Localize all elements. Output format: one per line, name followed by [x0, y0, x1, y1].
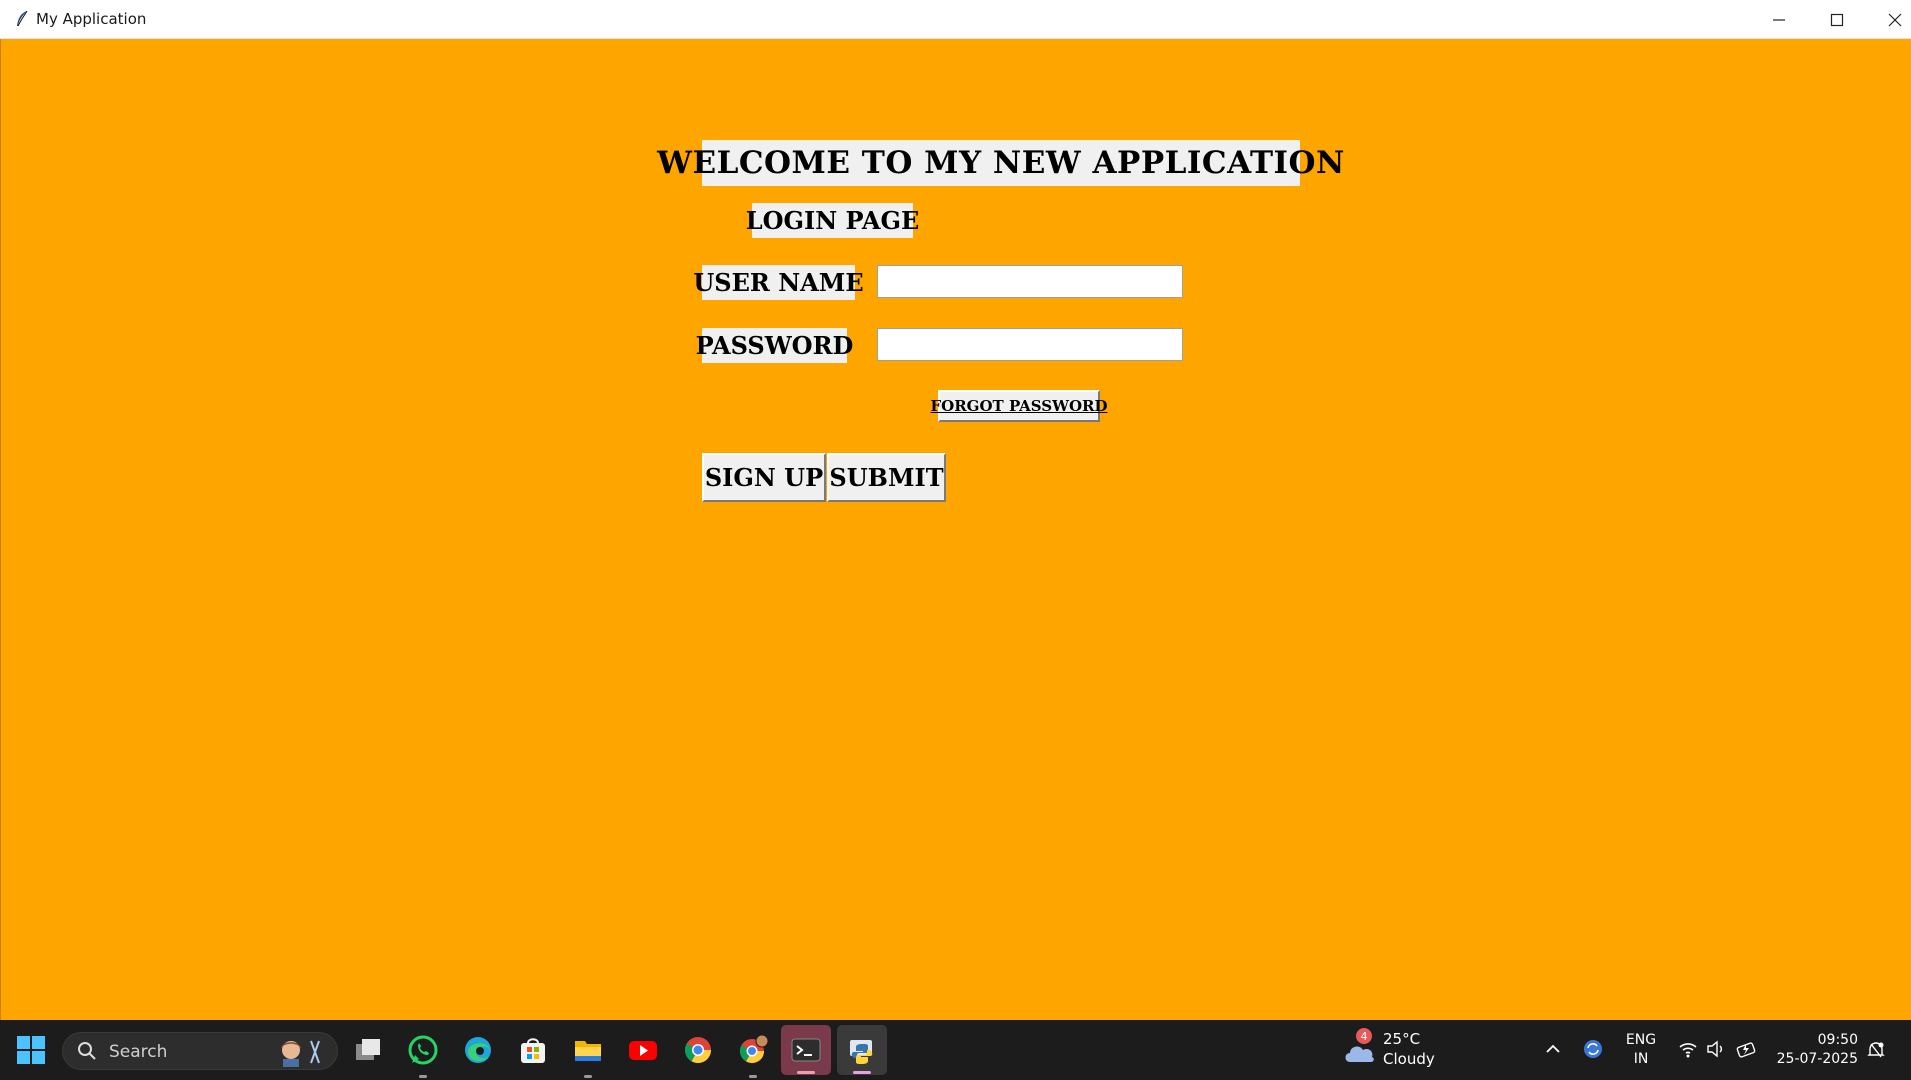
- sync-icon[interactable]: [1583, 1039, 1603, 1063]
- window-title: My Application: [36, 10, 147, 28]
- welcome-heading: WELCOME TO MY NEW APPLICATION: [657, 140, 1344, 186]
- battery-charging-icon[interactable]: [1736, 1039, 1758, 1063]
- window-titlebar: My Application: [0, 0, 1911, 39]
- weather-badge: 4: [1356, 1028, 1372, 1044]
- language-indicator[interactable]: ENG IN: [1623, 1031, 1659, 1069]
- search-highlight-icon: [273, 1037, 329, 1071]
- taskbar-search-box[interactable]: Search: [62, 1032, 338, 1070]
- running-indicator: [797, 1071, 815, 1074]
- search-icon: [77, 1041, 97, 1065]
- chrome-icon[interactable]: [678, 1030, 718, 1070]
- task-view-icon[interactable]: [348, 1030, 388, 1070]
- clock-date: 25-07-2025: [1776, 1051, 1858, 1067]
- weather-description[interactable]: Cloudy: [1383, 1050, 1435, 1068]
- windows-start-icon[interactable]: [11, 1030, 51, 1070]
- weather-temperature[interactable]: 25°C: [1383, 1030, 1420, 1048]
- whatsapp-icon[interactable]: [403, 1030, 443, 1078]
- chevron-up-icon[interactable]: [1544, 1040, 1562, 1062]
- region-code: IN: [1633, 1051, 1649, 1067]
- language-code: ENG: [1625, 1032, 1657, 1048]
- close-button[interactable]: [1866, 0, 1911, 39]
- edge-icon[interactable]: [458, 1030, 498, 1070]
- username-label: USER NAME: [693, 265, 864, 300]
- chrome-profile-icon[interactable]: [733, 1030, 773, 1078]
- submit-button[interactable]: SUBMIT: [827, 453, 946, 502]
- search-placeholder: Search: [109, 1042, 168, 1062]
- password-input[interactable]: [877, 328, 1183, 361]
- taskbar: Search 4 25°C Cloudy ENG IN 09:50 25-07-…: [0, 1020, 1911, 1080]
- username-input[interactable]: [877, 265, 1183, 298]
- clock-time: 09:50: [1817, 1032, 1858, 1048]
- minimize-button[interactable]: [1750, 0, 1808, 39]
- taskbar-clock[interactable]: 09:50 25-07-2025: [1770, 1031, 1858, 1069]
- sign-up-button[interactable]: SIGN UP: [702, 453, 826, 502]
- maximize-button[interactable]: [1808, 0, 1866, 39]
- terminal-icon[interactable]: [781, 1025, 831, 1075]
- file-explorer-icon[interactable]: [568, 1030, 608, 1078]
- app-client-area: WELCOME TO MY NEW APPLICATION LOGIN PAGE…: [0, 39, 1911, 1020]
- running-indicator: [853, 1071, 871, 1074]
- python-icon[interactable]: [837, 1025, 887, 1075]
- login-page-heading: LOGIN PAGE: [746, 203, 919, 238]
- volume-icon[interactable]: [1706, 1040, 1726, 1062]
- running-indicator: [749, 1075, 757, 1078]
- running-indicator: [584, 1075, 592, 1078]
- notification-bell-icon[interactable]: [1866, 1040, 1886, 1064]
- feather-icon: [12, 9, 32, 29]
- wifi-icon[interactable]: [1678, 1040, 1698, 1062]
- microsoft-store-icon[interactable]: [513, 1030, 553, 1070]
- youtube-icon[interactable]: [623, 1030, 663, 1070]
- running-indicator: [419, 1075, 427, 1078]
- forgot-password-button[interactable]: FORGOT PASSWORD: [931, 390, 1108, 422]
- password-label: PASSWORD: [696, 328, 853, 363]
